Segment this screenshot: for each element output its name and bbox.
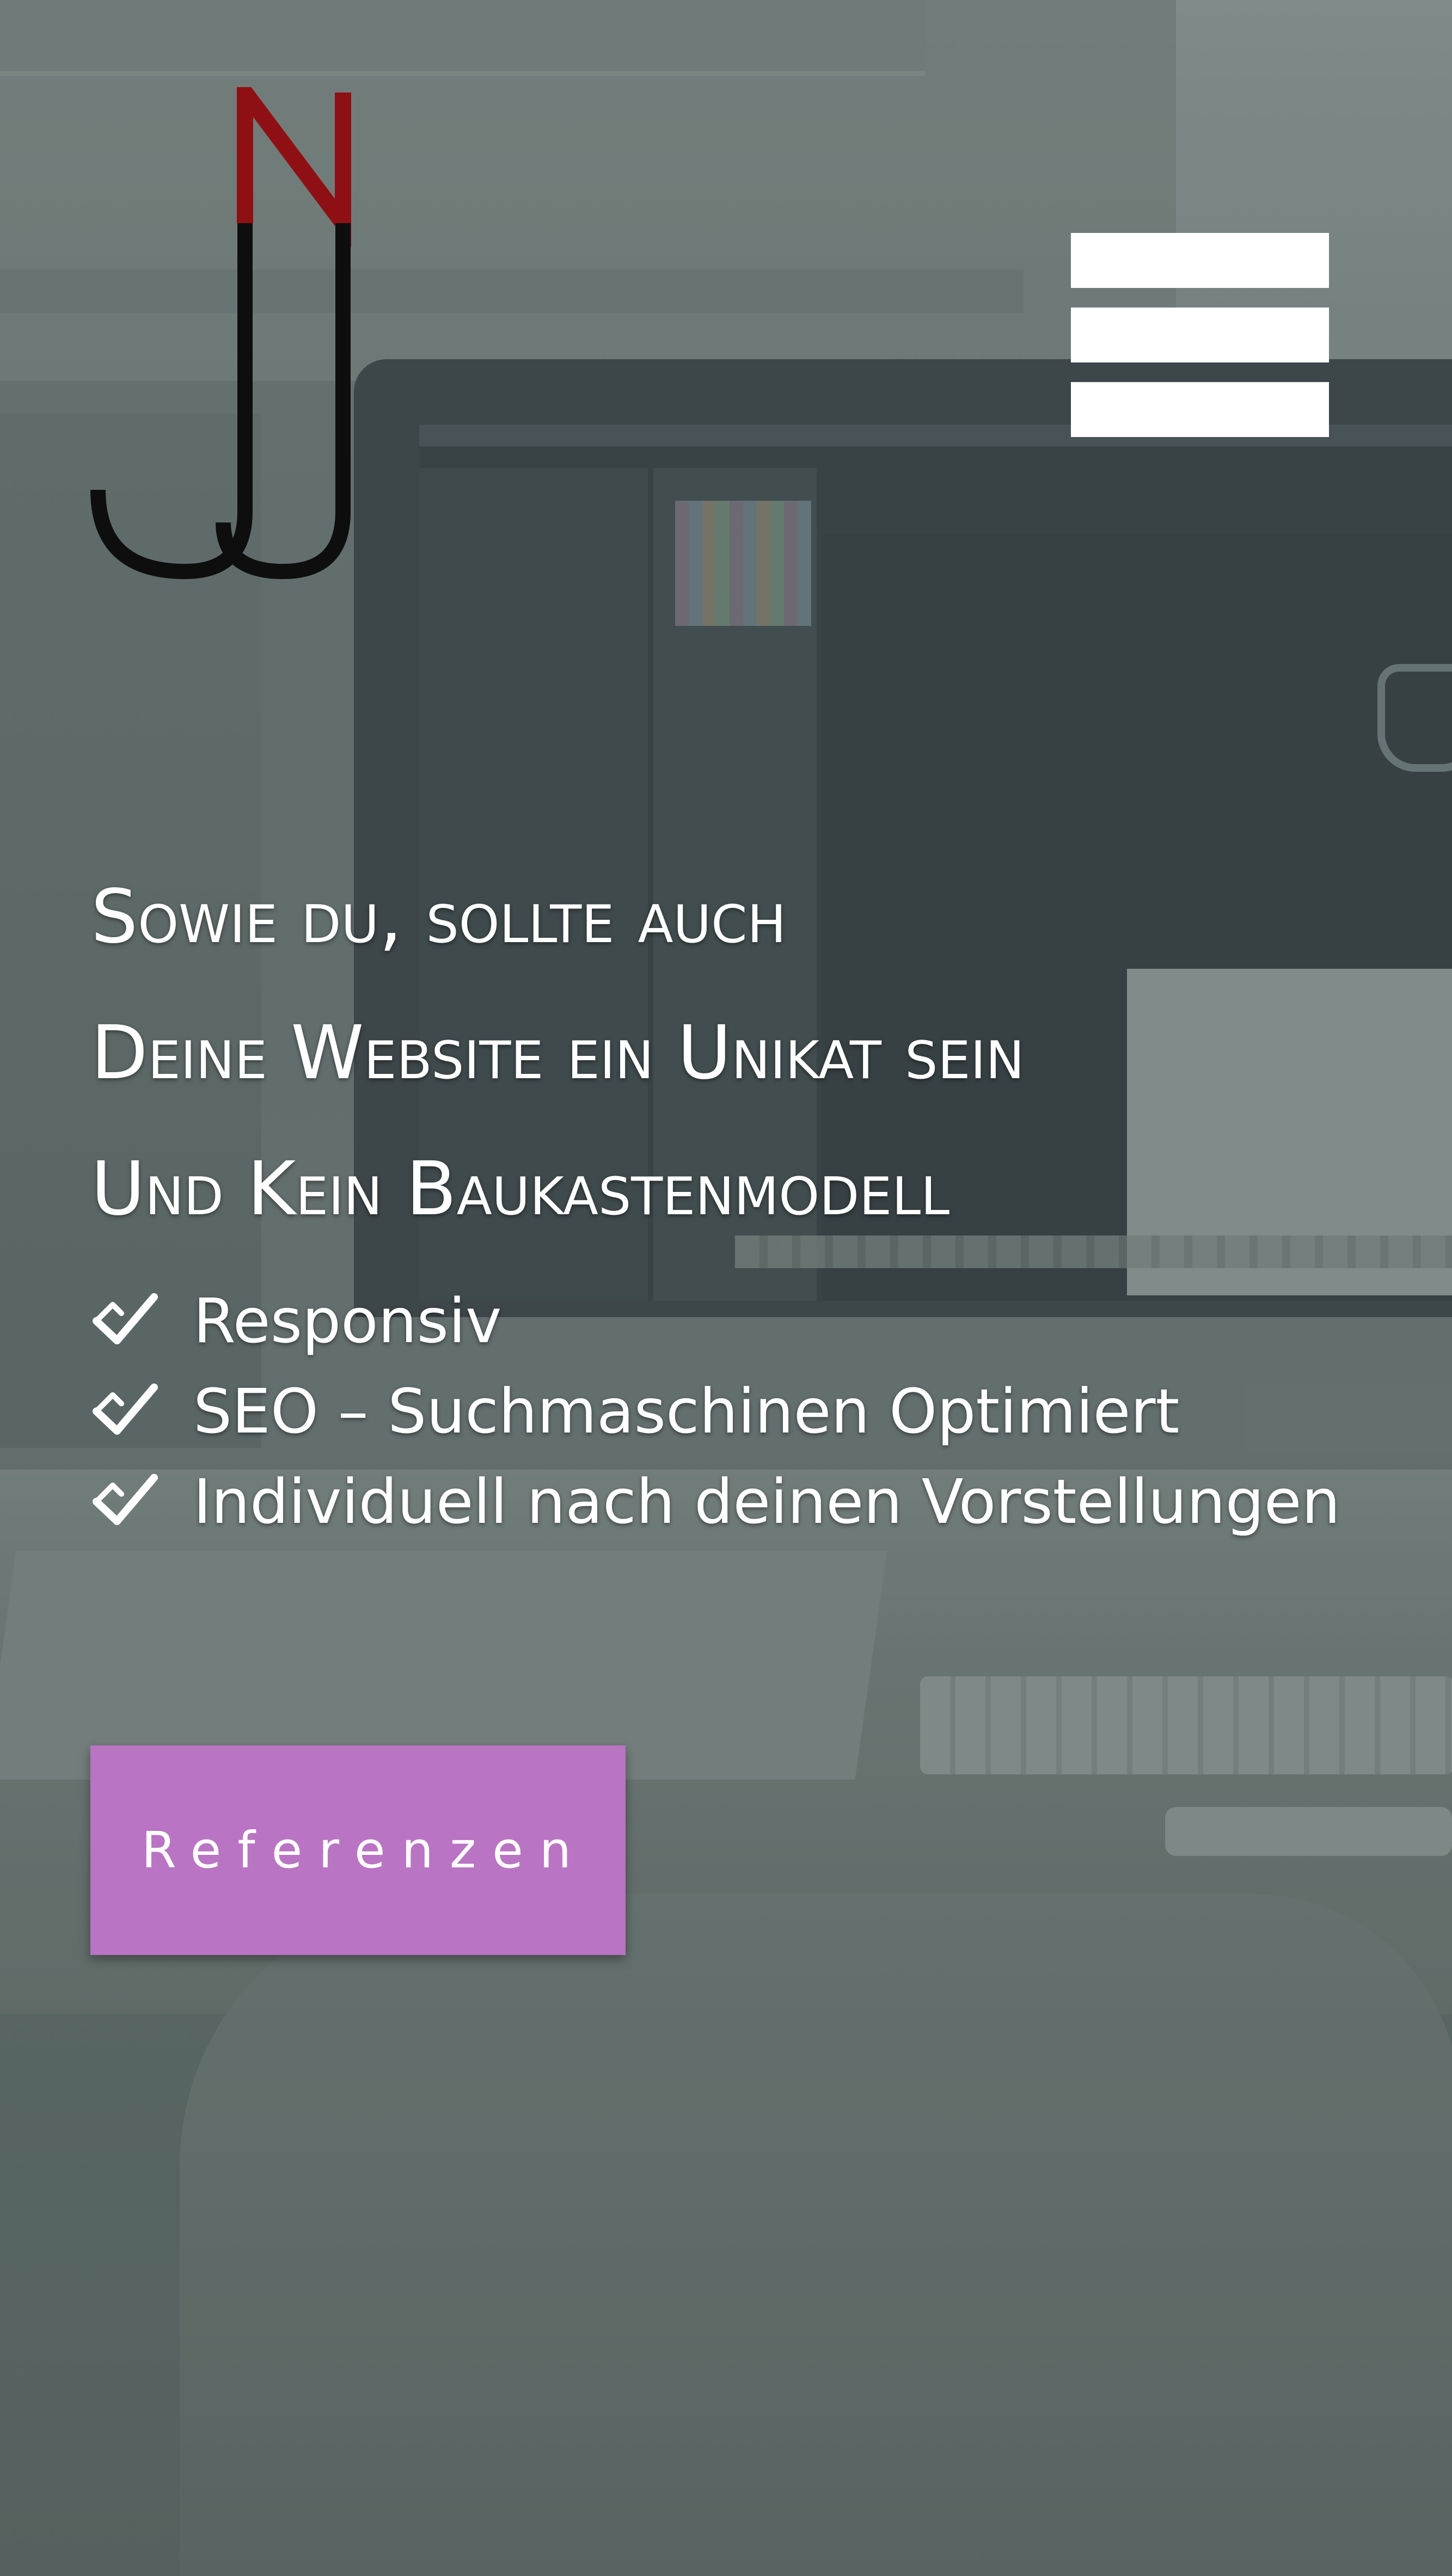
referenzen-button[interactable]: Referenzen <box>90 1745 626 1955</box>
feature-list: Responsiv SEO – Suchmaschinen Optimiert … <box>91 1276 1398 1547</box>
nj-monogram-logo[interactable] <box>87 87 370 588</box>
menu-bar-middle <box>1071 308 1329 362</box>
feature-item-individual: Individuell nach deinen Vorstellungen <box>91 1457 1398 1547</box>
checkmark-icon <box>93 1474 158 1525</box>
checkmark-icon <box>93 1293 158 1344</box>
checkmark-icon <box>93 1384 158 1435</box>
hero-headline: Sowie du, sollte auch Deine Website ein … <box>91 849 1343 1257</box>
feature-label: Responsiv <box>193 1286 502 1357</box>
menu-bar-bottom <box>1071 382 1329 437</box>
feature-item-seo: SEO – Suchmaschinen Optimiert <box>91 1367 1398 1457</box>
headline-line-1: Sowie du, sollte auch <box>91 874 786 960</box>
hamburger-menu-icon[interactable] <box>1071 233 1329 437</box>
menu-bar-top <box>1071 233 1329 288</box>
feature-label: SEO – Suchmaschinen Optimiert <box>193 1376 1180 1447</box>
headline-line-2: Deine Website ein Unikat sein <box>91 1010 1025 1096</box>
feature-item-responsive: Responsiv <box>91 1276 1398 1367</box>
feature-label: Individuell nach deinen Vorstellungen <box>193 1467 1340 1538</box>
headline-line-3: Und Kein Baukastenmodell <box>91 1146 950 1232</box>
